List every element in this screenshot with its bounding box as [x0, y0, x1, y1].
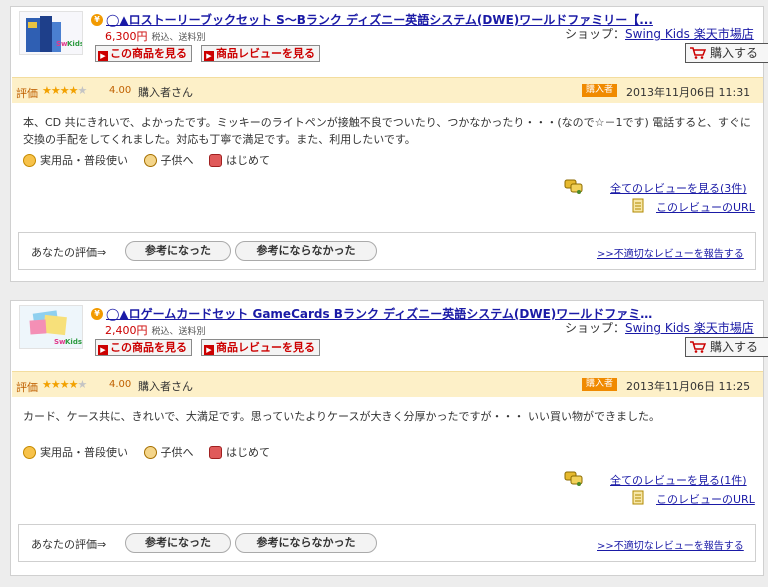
all-reviews-link[interactable]: 全てのレビューを見る(1件): [610, 472, 747, 488]
view-product-label: この商品を見る: [110, 47, 187, 60]
buy-button[interactable]: 購入する: [685, 337, 768, 357]
svg-text:Kids: Kids: [67, 40, 83, 48]
your-rating-label: あなたの評価⇒: [31, 538, 107, 551]
review-card: Sw Kids ¥ ◯▲ロゲームカードセット GameCards Bランク ディ…: [0, 300, 768, 576]
buy-label: 購入する: [710, 46, 759, 60]
product-reviews-button[interactable]: ▶ 商品レビューを見る: [201, 45, 320, 62]
tag-item: 子供へ: [143, 444, 194, 460]
price-value: 2,400円: [105, 324, 148, 337]
buy-button[interactable]: 購入する: [685, 43, 768, 63]
tag-item: はじめて: [209, 444, 270, 460]
tag-item: 実用品・普段使い: [23, 444, 128, 460]
arrow-right-icon: ▶: [204, 345, 214, 355]
rating-label: 評価: [16, 87, 38, 100]
arrow-right-icon: ▶: [204, 51, 214, 61]
tag-label: 子供へ: [160, 446, 194, 459]
shop-label: ショップ：: [565, 321, 626, 335]
rating-score: 4.00: [109, 85, 132, 96]
shop-info: ショップ：Swing Kids 楽天市場店: [565, 319, 754, 336]
product-thumbnail[interactable]: Sw Kids: [19, 305, 83, 349]
child-icon: [143, 154, 157, 167]
review-panel: Sw Kids ¥ ◯▲ロストーリーブックセット S～Bランク ディズニー英語シ…: [10, 6, 768, 282]
document-icon: [632, 198, 644, 213]
review-tags: 実用品・普段使い 子供へ はじめて: [23, 444, 282, 460]
gift-icon: [209, 154, 222, 167]
star-rating: ★★★★★: [42, 378, 87, 391]
tag-item: 実用品・普段使い: [23, 152, 128, 168]
review-panel: Sw Kids ¥ ◯▲ロゲームカードセット GameCards Bランク ディ…: [10, 300, 768, 576]
yen-icon: ¥: [91, 308, 103, 320]
product-reviews-label: 商品レビューを見る: [216, 341, 315, 354]
cart-icon: [690, 47, 706, 59]
rating-bar: 評価 ★★★★★ 4.00 購入者さん 購入者 2013年11月06日 11:2…: [12, 371, 763, 397]
hand-icon: [23, 154, 36, 167]
document-icon: [632, 490, 644, 505]
rating-label: 評価: [16, 381, 38, 394]
vote-box: あなたの評価⇒ 参考になった 参考にならなかった >>不適切なレビューを報告する: [18, 232, 756, 270]
hand-icon: [23, 446, 36, 459]
gift-icon: [209, 446, 222, 459]
your-rating-label: あなたの評価⇒: [31, 246, 107, 259]
review-url-link[interactable]: このレビューのURL: [656, 199, 755, 215]
yen-icon: ¥: [91, 14, 103, 26]
tag-label: はじめて: [226, 446, 270, 459]
report-link[interactable]: >>不適切なレビューを報告する: [597, 245, 744, 260]
view-product-button[interactable]: ▶ この商品を見る: [95, 339, 192, 356]
rating-score: 4.00: [109, 379, 132, 390]
tag-item: 子供へ: [143, 152, 194, 168]
arrow-right-icon: ▶: [98, 345, 108, 355]
reviewer-name: 購入者さん: [138, 380, 193, 393]
product-thumbnail[interactable]: Sw Kids: [19, 11, 83, 55]
product-price: 6,300円 税込、送料別: [105, 28, 206, 44]
tag-label: はじめて: [226, 154, 270, 167]
tag-item: はじめて: [209, 152, 270, 168]
comments-icon: [564, 179, 583, 194]
shop-link[interactable]: Swing Kids 楽天市場店: [625, 321, 754, 335]
product-price: 2,400円 税込、送料別: [105, 322, 206, 338]
shop-link[interactable]: Swing Kids 楽天市場店: [625, 27, 754, 41]
reviewer-name: 購入者さん: [138, 86, 193, 99]
price-note: 税込、送料別: [151, 327, 206, 337]
view-product-label: この商品を見る: [110, 341, 187, 354]
view-product-button[interactable]: ▶ この商品を見る: [95, 45, 192, 62]
rating-bar: 評価 ★★★★★ 4.00 購入者さん 購入者 2013年11月06日 11:3…: [12, 77, 763, 103]
child-icon: [143, 446, 157, 459]
buyer-badge: 購入者: [582, 84, 618, 97]
helpful-button[interactable]: 参考になった: [125, 533, 231, 553]
review-text: 本、CD 共にきれいで、よかったです。ミッキーのライトペンが接触不良でついたり、…: [23, 116, 751, 146]
tag-label: 実用品・普段使い: [40, 154, 128, 167]
vote-box: あなたの評価⇒ 参考になった 参考にならなかった >>不適切なレビューを報告する: [18, 524, 756, 562]
review-text: カード、ケース共に、きれいで、大満足です。思っていたよりケースが大きく分厚かった…: [23, 410, 660, 423]
arrow-right-icon: ▶: [98, 51, 108, 61]
review-card: Sw Kids ¥ ◯▲ロストーリーブックセット S～Bランク ディズニー英語シ…: [0, 6, 768, 282]
review-url-link[interactable]: このレビューのURL: [656, 491, 755, 507]
svg-text:Kids: Kids: [65, 338, 82, 346]
report-link[interactable]: >>不適切なレビューを報告する: [597, 537, 744, 552]
all-reviews-link[interactable]: 全てのレビューを見る(3件): [610, 180, 747, 196]
not-helpful-button[interactable]: 参考にならなかった: [235, 241, 377, 261]
buy-label: 購入する: [710, 340, 759, 354]
comments-icon: [564, 471, 583, 486]
price-value: 6,300円: [105, 30, 148, 43]
shop-info: ショップ：Swing Kids 楽天市場店: [565, 25, 754, 42]
review-date: 2013年11月06日 11:31: [626, 86, 751, 99]
review-tags: 実用品・普段使い 子供へ はじめて: [23, 152, 282, 168]
star-rating: ★★★★★: [42, 84, 87, 97]
tag-label: 子供へ: [160, 154, 194, 167]
not-helpful-button[interactable]: 参考にならなかった: [235, 533, 377, 553]
review-date: 2013年11月06日 11:25: [626, 380, 751, 393]
price-note: 税込、送料別: [151, 33, 206, 43]
product-reviews-label: 商品レビューを見る: [216, 47, 315, 60]
tag-label: 実用品・普段使い: [40, 446, 128, 459]
product-reviews-button[interactable]: ▶ 商品レビューを見る: [201, 339, 320, 356]
helpful-button[interactable]: 参考になった: [125, 241, 231, 261]
shop-label: ショップ：: [565, 27, 626, 41]
cart-icon: [690, 341, 706, 353]
buyer-badge: 購入者: [582, 378, 618, 391]
